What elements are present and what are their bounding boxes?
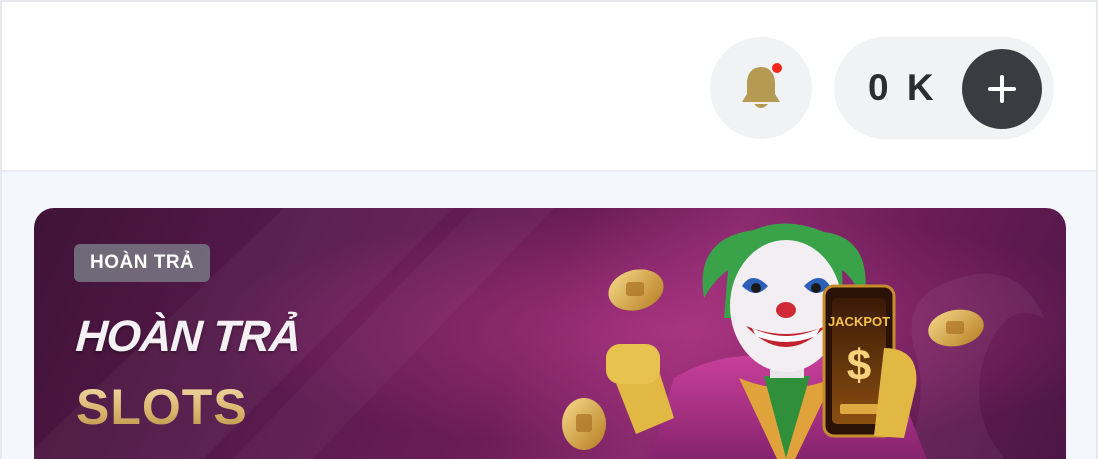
joker-illustration: JACKPOT $ xyxy=(562,223,984,459)
unread-dot xyxy=(770,61,784,75)
promo-banner[interactable]: HOÀN TRẢ HOÀN TRẢ SLOTS JACKPOT $ xyxy=(34,208,1066,459)
balance-pill: 0 K xyxy=(834,37,1054,139)
svg-text:JACKPOT: JACKPOT xyxy=(828,314,890,329)
top-header: 0 K xyxy=(2,2,1096,172)
plus-icon xyxy=(988,75,1016,103)
banner-subtitle: SLOTS xyxy=(76,379,248,435)
balance-amount: 0 K xyxy=(868,67,938,108)
notification-button[interactable] xyxy=(710,37,812,139)
coin-icon xyxy=(562,398,606,450)
page-frame: 0 K HOÀN TRẢ HOÀN TRẢ SLOTS JACKPOT $ xyxy=(0,0,1098,459)
category-badge: HOÀN TRẢ xyxy=(74,244,211,282)
coin-icon xyxy=(928,309,984,347)
deposit-button[interactable] xyxy=(962,49,1042,129)
coin-icon xyxy=(608,269,664,311)
svg-text:$: $ xyxy=(847,341,871,390)
banner-title: HOÀN TRẢ xyxy=(74,312,302,361)
